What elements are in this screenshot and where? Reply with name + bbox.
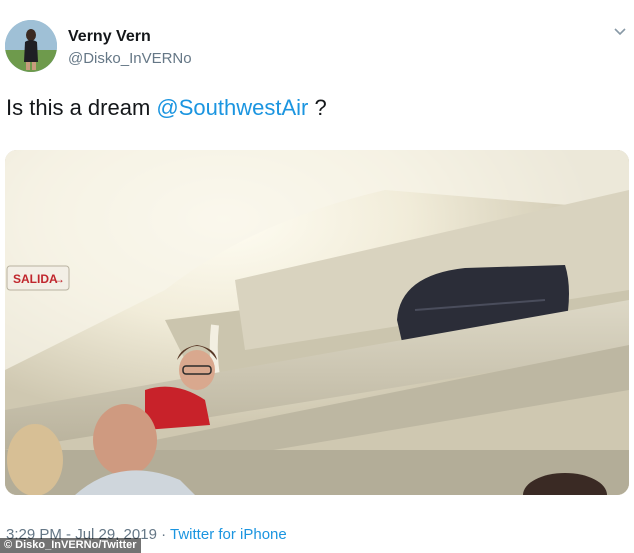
mention-link[interactable]: @SouthwestAir [156,95,308,120]
chevron-down-icon[interactable] [612,24,628,40]
cabin-photo-illustration: SALIDA → [5,150,629,495]
tweet-photo[interactable]: SALIDA → [5,150,629,495]
photo-credit: © Disko_InVERNo/Twitter [0,538,141,553]
tweet-text: Is this a dream @SouthwestAir ? [6,95,327,121]
svg-text:→: → [53,272,65,286]
author-display-name[interactable]: Verny Vern [68,28,151,46]
meta-separator: · [161,526,167,543]
avatar[interactable] [5,20,57,72]
tweet-text-before: Is this a dream [6,95,157,120]
exit-sign-text: SALIDA [13,272,58,286]
author-handle[interactable]: @Disko_InVERNo [68,50,192,67]
source-link[interactable]: Twitter for iPhone [170,526,287,543]
tweet-text-after: ? [308,95,327,120]
